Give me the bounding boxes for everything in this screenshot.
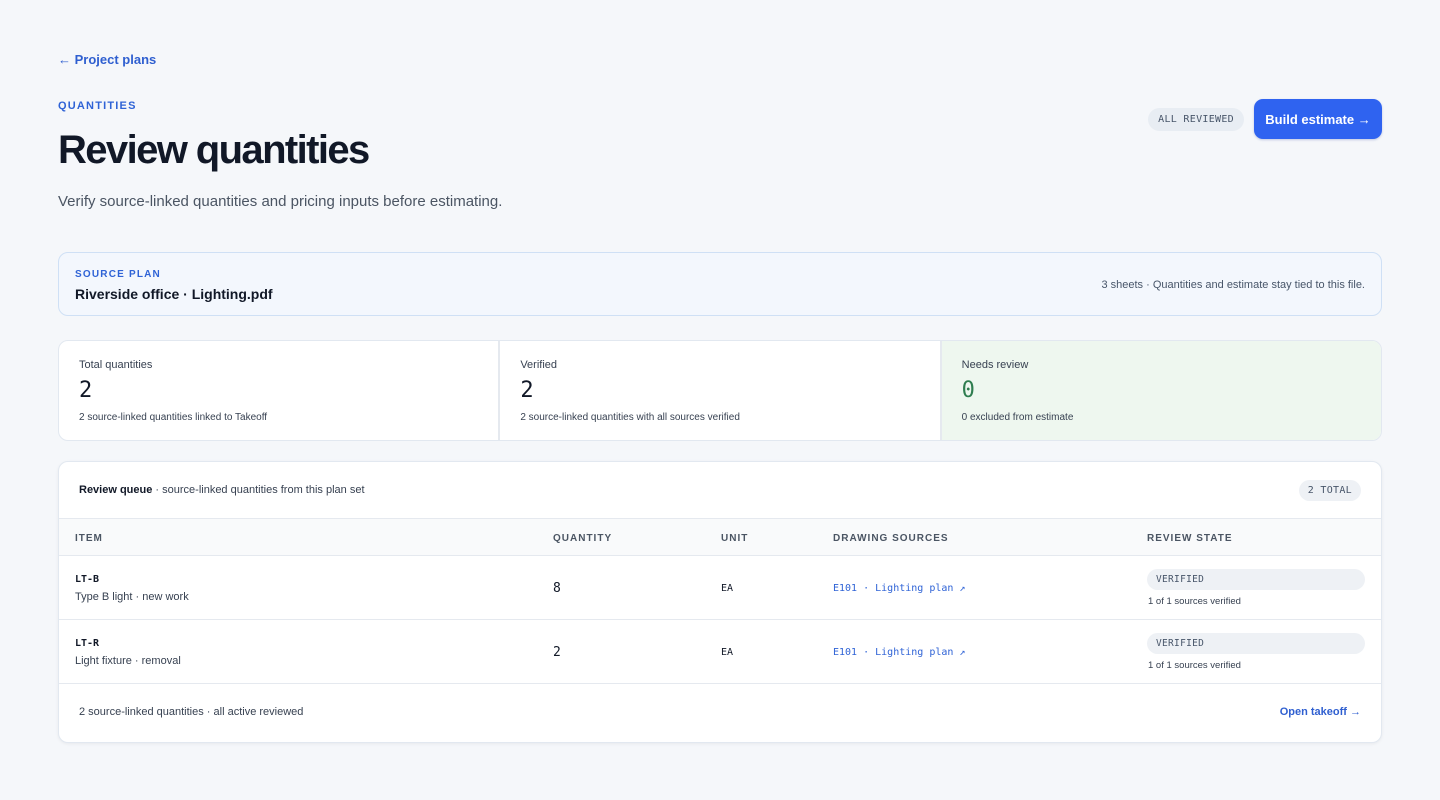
table-column-headers: ITEM QUANTITY UNIT DRAWING SOURCES REVIE…: [59, 519, 1381, 556]
drawing-source-link[interactable]: E101 · Lighting plan ↗: [833, 647, 965, 658]
review-state-badge: VERIFIED: [1147, 569, 1365, 590]
source-plan-meta: 3 sheets · Quantities and estimate stay …: [1101, 279, 1365, 291]
review-queue-header: Review queue · source-linked quantities …: [59, 462, 1381, 519]
item-unit: EA: [721, 647, 734, 658]
stat-needs-review: Needs review 0 0 excluded from estimate: [941, 341, 1381, 440]
item-quantity: 8: [553, 581, 561, 596]
column-header-item: ITEM: [75, 533, 103, 544]
page-subtitle: Verify source-linked quantities and pric…: [58, 193, 503, 210]
review-queue-table: Review queue · source-linked quantities …: [58, 461, 1382, 743]
build-estimate-button[interactable]: Build estimate →: [1254, 99, 1382, 139]
table-row[interactable]: LT-B Type B light · new work 8 EA E101 ·…: [59, 556, 1381, 620]
stat-note: 2 source-linked quantities linked to Tak…: [79, 412, 268, 423]
item-description: Type B light · new work: [75, 591, 189, 603]
review-queue-footer: 2 source-linked quantities · all active …: [59, 684, 1381, 742]
stats-panel: Total quantities 2 2 source-linked quant…: [58, 340, 1382, 441]
column-header-review-state: REVIEW STATE: [1147, 533, 1233, 544]
stat-total-quantities: Total quantities 2 2 source-linked quant…: [59, 341, 501, 440]
review-status-badge: ALL REVIEWED: [1148, 107, 1244, 131]
item-code: LT-R: [75, 638, 100, 649]
item-code: LT-B: [75, 574, 100, 585]
stat-label: Needs review: [961, 359, 1029, 371]
table-row[interactable]: LT-R Light fixture · removal 2 EA E101 ·…: [59, 620, 1381, 684]
stat-label: Total quantities: [79, 359, 153, 371]
header-actions: ALL REVIEWED Build estimate →: [1148, 99, 1382, 139]
back-to-project-plans-link[interactable]: ← Project plans: [58, 52, 156, 67]
open-takeoff-link[interactable]: Open takeoff →: [1280, 706, 1361, 718]
review-queue-title: Review queue · source-linked quantities …: [79, 484, 365, 496]
column-header-drawing-sources: DRAWING SOURCES: [833, 533, 949, 544]
column-header-quantity: QUANTITY: [553, 533, 613, 544]
review-state-note: 1 of 1 sources verified: [1148, 596, 1241, 607]
item-description: Light fixture · removal: [75, 655, 181, 667]
column-header-unit: UNIT: [721, 533, 749, 544]
item-unit: EA: [721, 583, 734, 594]
source-plan-filename: Riverside office · Lighting.pdf: [75, 286, 273, 302]
stat-label: Verified: [520, 359, 558, 371]
section-eyebrow: QUANTITIES: [58, 100, 137, 112]
stat-verified: Verified 2 2 source-linked quantities wi…: [500, 341, 942, 440]
stat-note: 0 excluded from estimate: [961, 412, 1074, 423]
review-state-badge: VERIFIED: [1147, 633, 1365, 654]
item-quantity: 2: [553, 645, 561, 660]
review-queue-title-suffix: · source-linked quantities from this pla…: [152, 484, 365, 496]
drawing-source-link[interactable]: E101 · Lighting plan ↗: [833, 583, 965, 594]
review-state-note: 1 of 1 sources verified: [1148, 660, 1241, 671]
total-count-badge: 2 TOTAL: [1298, 480, 1361, 501]
source-plan-card: SOURCE PLAN Riverside office · Lighting.…: [58, 252, 1382, 316]
stat-note: 2 source-linked quantities with all sour…: [520, 412, 740, 423]
review-queue-title-strong: Review queue: [79, 484, 153, 496]
stat-value: 0: [961, 378, 975, 403]
stat-value: 2: [520, 378, 534, 403]
stat-value: 2: [79, 378, 93, 403]
footer-summary: 2 source-linked quantities · all active …: [79, 706, 304, 718]
page-title: Review quantities: [58, 128, 370, 172]
source-plan-label: SOURCE PLAN: [75, 269, 161, 280]
